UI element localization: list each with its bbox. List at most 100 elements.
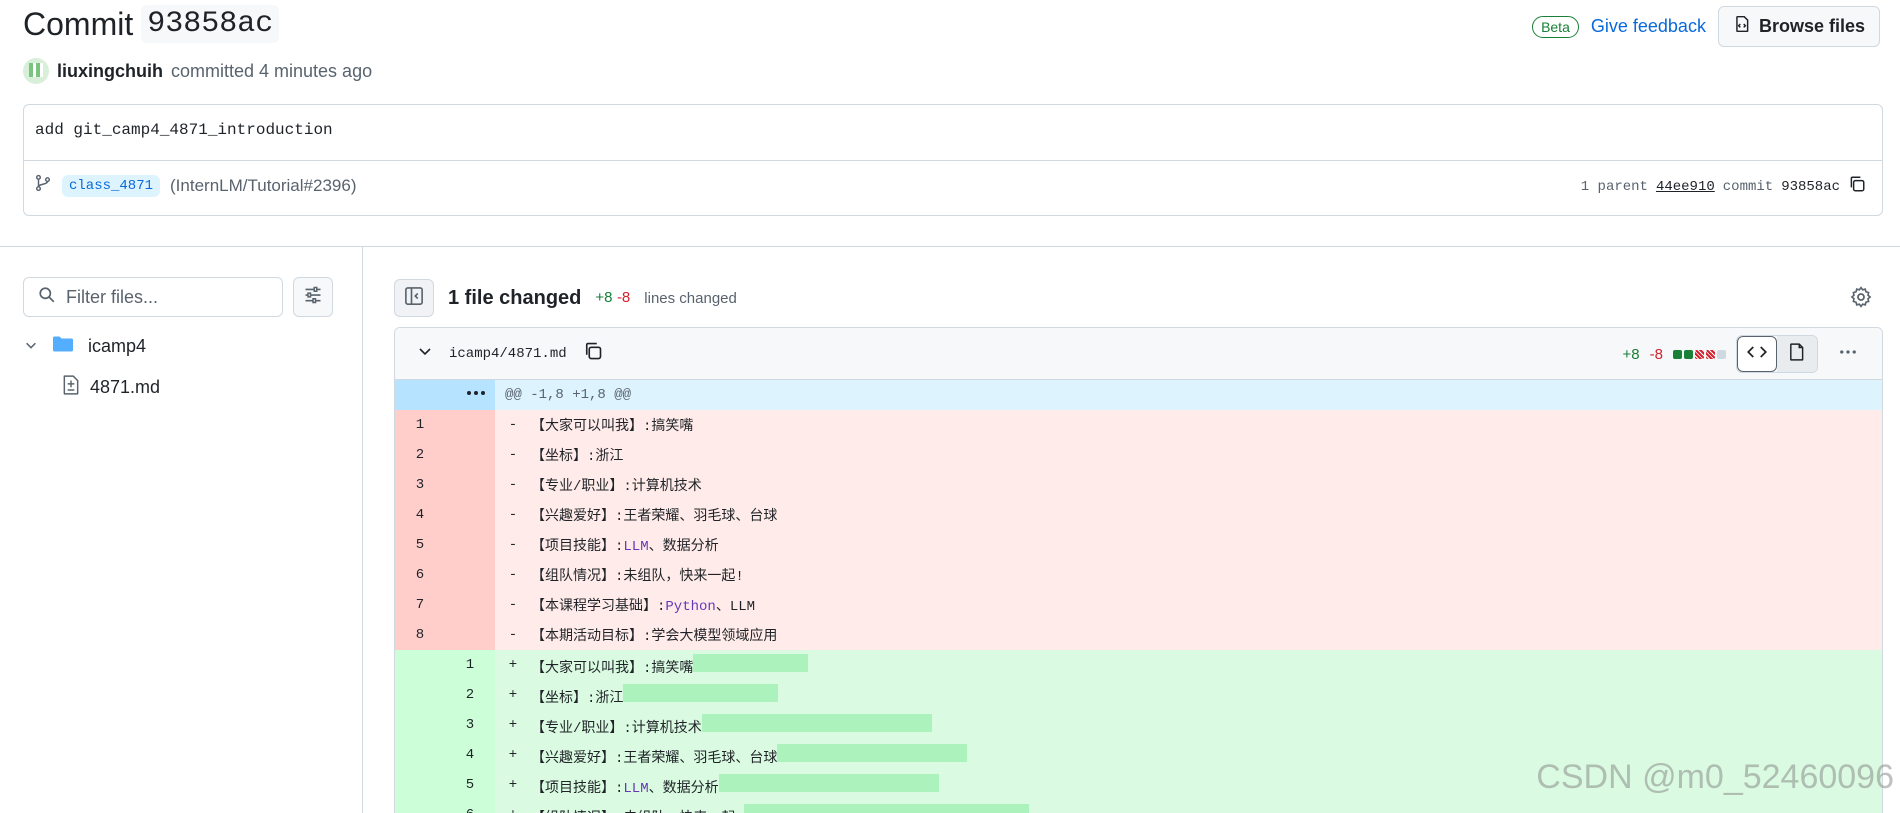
line-text: 【大家可以叫我】:搞笑嘴 — [531, 419, 694, 435]
line-text: 【坐标】:浙江 — [531, 449, 624, 465]
whitespace-highlight — [777, 743, 968, 762]
browse-files-label: Browse files — [1758, 16, 1865, 36]
keyword-text: LLM — [623, 780, 649, 797]
deleted-line-row: 4 - 【兴趣爱好】:王者荣耀、羽毛球、台球 — [395, 500, 1882, 530]
diff-sign: - — [508, 597, 518, 613]
diff-sign: + — [508, 747, 518, 763]
filter-options-button[interactable] — [293, 277, 333, 317]
filter-files-field[interactable] — [23, 277, 283, 317]
file-diff: icamp4/4871.md +8 -8 @@ -1,8 +1,8 @@ 1 -… — [394, 327, 1883, 813]
sidebar-collapse-icon — [404, 286, 424, 311]
view-toggle — [1736, 335, 1818, 373]
line-text: 【专业/职业】:计算机技术 — [531, 479, 702, 495]
line-text: 【兴趣爱好】:王者荣耀、羽毛球、台球 — [531, 750, 778, 767]
deleted-line-row: 8 - 【本期活动目标】:学会大模型领域应用 — [395, 620, 1882, 650]
deleted-line-row: 1 - 【大家可以叫我】:搞笑嘴 — [395, 410, 1882, 440]
parent-sha-link[interactable]: 44ee910 — [1656, 179, 1715, 195]
tree-folder-icamp4[interactable]: icamp4 — [24, 335, 146, 358]
parent-count: 1 parent — [1580, 178, 1648, 195]
line-content: 【专业/职业】:计算机技术 — [531, 475, 702, 495]
filter-files-input[interactable] — [66, 286, 266, 308]
whitespace-highlight — [718, 773, 939, 792]
file-diff-icon — [62, 375, 80, 400]
line-content: 【组队情况】:未组队，快来一起! — [531, 803, 1029, 813]
file-label: 4871.md — [90, 377, 161, 397]
beta-badge: Beta — [1532, 15, 1579, 38]
file-path[interactable]: icamp4/4871.md — [449, 346, 567, 362]
line-content: 【兴趣爱好】:王者荣耀、羽毛球、台球 — [531, 505, 777, 525]
diff-sign: - — [508, 447, 518, 463]
more-options-button[interactable] — [1828, 336, 1868, 372]
avatar[interactable] — [23, 58, 49, 84]
diff-sign: - — [508, 417, 518, 433]
file-header: icamp4/4871.md +8 -8 — [395, 328, 1882, 380]
sliders-icon — [303, 285, 323, 310]
file-icon — [1788, 342, 1806, 366]
line-text: 【专业/职业】:计算机技术 — [531, 720, 702, 737]
diff-lines: 1- 【大家可以叫我】:搞笑嘴 2- 【坐标】:浙江 3- 【专业/职业】:计算机技术 4-… — [395, 410, 1882, 813]
deleted-line-row: 2 - 【坐标】:浙江 — [395, 440, 1882, 470]
line-number[interactable]: 2 — [395, 440, 445, 470]
rich-view-button[interactable] — [1777, 336, 1817, 372]
diff-sign: + — [508, 777, 518, 793]
line-text: 【坐标】:浙江 — [531, 690, 624, 707]
line-content: 【坐标】:浙江 — [531, 445, 623, 465]
deletions-count: -8 — [616, 289, 631, 306]
line-number[interactable]: 3 — [445, 710, 495, 740]
line-text: 【本课程学习基础】: — [531, 599, 666, 615]
author-line: liuxingchuih committed 4 minutes ago — [23, 58, 372, 84]
keyword-text: LLM — [623, 539, 649, 555]
chevron-down-icon[interactable] — [24, 336, 38, 357]
line-text: 【大家可以叫我】:搞笑嘴 — [531, 660, 694, 677]
line-number[interactable]: 4 — [395, 500, 445, 530]
line-content: 【本期活动目标】:学会大模型领域应用 — [531, 625, 777, 645]
diffstat-bar — [1673, 349, 1726, 359]
give-feedback-link[interactable]: Give feedback — [1591, 16, 1706, 37]
pr-reference[interactable]: (InternLM/Tutorial#2396) — [170, 176, 356, 196]
line-number[interactable]: 8 — [395, 620, 445, 650]
line-number[interactable]: 4 — [445, 740, 495, 770]
line-content: 【组队情况】:未组队，快来一起! — [531, 565, 744, 585]
folder-icon — [52, 335, 74, 358]
code-icon — [1747, 342, 1767, 367]
branch-row: class_4871 (InternLM/Tutorial#2396) — [34, 174, 356, 197]
lines-changed-label: lines changed — [644, 289, 737, 307]
file-additions: +8 — [1622, 345, 1640, 363]
line-number[interactable]: 3 — [395, 470, 445, 500]
author-name[interactable]: liuxingchuih — [57, 61, 163, 82]
line-content: 【坐标】:浙江 — [531, 683, 779, 707]
line-number[interactable]: 5 — [445, 770, 495, 800]
expand-hunk-button[interactable] — [395, 380, 495, 410]
line-number[interactable]: 1 — [395, 410, 445, 440]
line-text-suffix: 、数据分析 — [648, 780, 719, 797]
branch-label[interactable]: class_4871 — [62, 174, 161, 197]
line-number[interactable]: 2 — [445, 680, 495, 710]
copy-icon[interactable] — [583, 341, 603, 366]
browse-files-button[interactable]: Browse files — [1717, 6, 1880, 47]
toggle-sidebar-button[interactable] — [394, 279, 434, 317]
file-deletions: -8 — [1649, 345, 1663, 363]
tree-file-4871[interactable]: 4871.md — [62, 375, 160, 400]
line-content: 【大家可以叫我】:搞笑嘴 — [531, 653, 809, 677]
line-content: 【项目技能】:LLM、数据分析 — [531, 773, 939, 797]
git-branch-icon — [34, 174, 52, 197]
chevron-down-icon[interactable] — [417, 343, 433, 364]
line-number[interactable]: 7 — [395, 590, 445, 620]
diff-sign: + — [508, 717, 518, 733]
code-view-button[interactable] — [1737, 336, 1777, 372]
hunk-header-row: @@ -1,8 +1,8 @@ — [395, 380, 1882, 410]
whitespace-highlight — [693, 653, 809, 672]
commit-sha: 93858ac — [1781, 178, 1840, 195]
line-number[interactable]: 6 — [395, 560, 445, 590]
whitespace-highlight — [743, 803, 1029, 813]
deleted-line-row: 6 - 【组队情况】:未组队，快来一起! — [395, 560, 1882, 590]
line-number[interactable]: 6 — [445, 800, 495, 813]
copy-icon[interactable] — [1848, 175, 1866, 198]
hunk-header: @@ -1,8 +1,8 @@ — [505, 387, 632, 403]
diff-summary: 1 file changed +8 -8 lines changed — [394, 279, 737, 317]
gear-icon[interactable] — [1850, 286, 1872, 313]
line-text: 【项目技能】: — [531, 780, 624, 797]
added-line-row: 6 + 【组队情况】:未组队，快来一起! — [395, 800, 1882, 813]
line-number[interactable]: 1 — [445, 650, 495, 680]
line-number[interactable]: 5 — [395, 530, 445, 560]
